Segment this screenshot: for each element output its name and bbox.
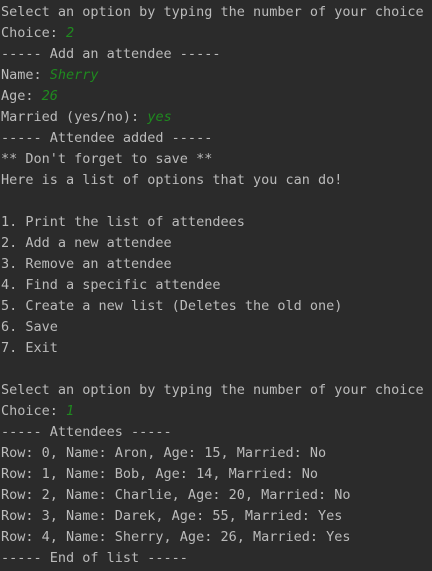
output-text: 4. Find a specific attendee — [1, 277, 221, 293]
user-input-text: 26 — [41, 88, 58, 104]
console-line: 3. Remove an attendee — [1, 254, 431, 275]
console-line: Select an option by typing the number of… — [1, 2, 431, 23]
console-line: ----- Attendee added ----- — [1, 128, 431, 149]
output-text: ----- Attendees ----- — [1, 424, 172, 440]
output-text: Row: 1, Name: Bob, Age: 14, Married: No — [1, 466, 318, 482]
console-line: 6. Save — [1, 317, 431, 338]
console-line: 2. Add a new attendee — [1, 233, 431, 254]
output-text: Choice: — [1, 25, 67, 41]
output-text: ----- Attendee added ----- — [1, 130, 213, 146]
output-text: Row: 2, Name: Charlie, Age: 20, Married:… — [1, 487, 351, 503]
console-line: Choice: 1 — [1, 401, 431, 422]
console-line: Choice: 2 — [1, 23, 431, 44]
console-line: Row: 4, Name: Sherry, Age: 26, Married: … — [1, 527, 431, 548]
console-output[interactable]: Select an option by typing the number of… — [0, 0, 432, 571]
output-text: ----- End of list ----- — [1, 550, 188, 566]
user-input-text: Sherry — [49, 67, 99, 83]
output-text: 5. Create a new list (Deletes the old on… — [1, 298, 343, 314]
output-text: Row: 0, Name: Aron, Age: 15, Married: No — [1, 445, 327, 461]
output-text: Select an option by typing the number of… — [1, 4, 424, 20]
output-text: ----- Add an attendee ----- — [1, 46, 221, 62]
output-text: 3. Remove an attendee — [1, 256, 172, 272]
console-line: 1. Print the list of attendees — [1, 212, 431, 233]
output-text: Row: 3, Name: Darek, Age: 55, Married: Y… — [1, 508, 343, 524]
console-line: 4. Find a specific attendee — [1, 275, 431, 296]
output-text: 7. Exit — [1, 340, 58, 356]
console-line: Row: 1, Name: Bob, Age: 14, Married: No — [1, 464, 431, 485]
output-text: ** Don't forget to save ** — [1, 151, 213, 167]
output-text: Row: 4, Name: Sherry, Age: 26, Married: … — [1, 529, 351, 545]
output-text: 1. Print the list of attendees — [1, 214, 245, 230]
console-line: Here is a list of options that you can d… — [1, 170, 431, 191]
output-text: Here is a list of options that you can d… — [1, 172, 343, 188]
output-text: Name: — [1, 67, 50, 83]
console-line: Married (yes/no): yes — [1, 107, 431, 128]
console-line: ----- Attendees ----- — [1, 422, 431, 443]
console-line: Row: 2, Name: Charlie, Age: 20, Married:… — [1, 485, 431, 506]
console-line: Row: 0, Name: Aron, Age: 15, Married: No — [1, 443, 431, 464]
output-text: 2. Add a new attendee — [1, 235, 172, 251]
console-line: ** Don't forget to save ** — [1, 149, 431, 170]
output-text: Age: — [1, 88, 42, 104]
output-text: Married (yes/no): — [1, 109, 148, 125]
console-line: 5. Create a new list (Deletes the old on… — [1, 296, 431, 317]
console-line: Select an option by typing the number of… — [1, 380, 431, 401]
user-input-text: yes — [147, 109, 172, 125]
console-line: Age: 26 — [1, 86, 431, 107]
output-text: 6. Save — [1, 319, 58, 335]
console-line: ----- End of list ----- — [1, 548, 431, 569]
console-line: 7. Exit — [1, 338, 431, 359]
console-lines: Select an option by typing the number of… — [1, 2, 431, 569]
output-text: Choice: — [1, 403, 67, 419]
output-text: Select an option by typing the number of… — [1, 382, 424, 398]
console-line: Row: 3, Name: Darek, Age: 55, Married: Y… — [1, 506, 431, 527]
console-line: Name: Sherry — [1, 65, 431, 86]
user-input-text: 1 — [66, 403, 75, 419]
console-line: ----- Add an attendee ----- — [1, 44, 431, 65]
user-input-text: 2 — [66, 25, 75, 41]
